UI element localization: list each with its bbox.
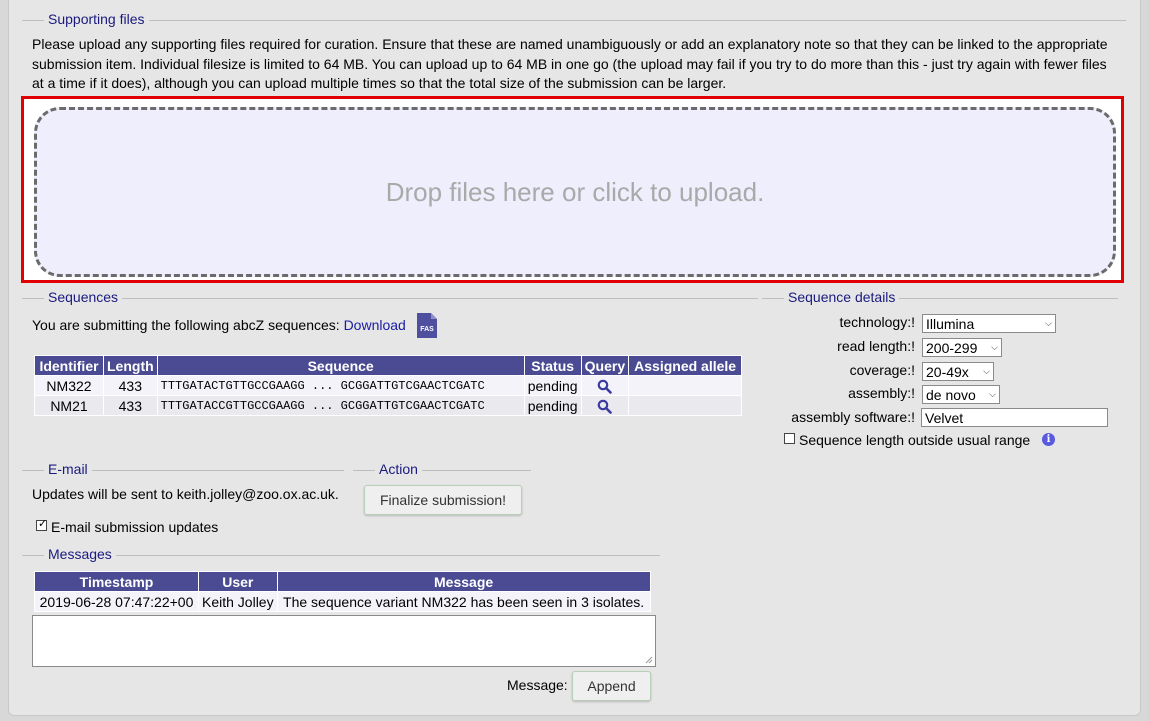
col-assigned-allele: Assigned allele bbox=[628, 355, 743, 376]
message-textarea[interactable] bbox=[32, 615, 656, 667]
outside-range-checkbox[interactable] bbox=[784, 433, 795, 444]
supporting-files-legend: Supporting files bbox=[44, 11, 149, 27]
messages-rule bbox=[22, 555, 660, 556]
assembly-label: assembly:! bbox=[848, 385, 915, 401]
col-user: User bbox=[198, 571, 278, 592]
dropzone-text: Drop files here or click to upload. bbox=[385, 176, 765, 207]
sequences-intro: You are submitting the following abcZ se… bbox=[32, 317, 406, 333]
dropzone-highlight: Drop files here or click to upload. bbox=[21, 96, 1124, 283]
col-identifier: Identifier bbox=[34, 355, 104, 376]
action-legend: Action bbox=[375, 461, 422, 477]
messages-table-header: Timestamp User Message bbox=[34, 571, 651, 592]
chevron-down-icon: ⌵ bbox=[1045, 318, 1052, 328]
sequence-details-legend: Sequence details bbox=[784, 289, 900, 305]
file-dropzone[interactable]: Drop files here or click to upload. bbox=[34, 107, 1116, 277]
messages-table: Timestamp User Message 2019-06-28 07:47:… bbox=[34, 571, 651, 612]
cell-length: 433 bbox=[103, 375, 158, 396]
col-message: Message bbox=[276, 571, 651, 592]
table-row: 2019-06-28 07:47:22+00 Keith Jolley The … bbox=[34, 591, 651, 612]
assembly-select[interactable]: de novo ⌵ bbox=[922, 385, 1000, 404]
fas-file-icon[interactable]: FAS bbox=[416, 312, 438, 339]
table-row: NM322 433 TTTGATACTGTTGCCGAAGG ... GCGGA… bbox=[34, 375, 743, 396]
cell-sequence: TTTGATACTGTTGCCGAAGG ... GCGGATTGTCGAACT… bbox=[156, 375, 525, 396]
cell-message: The sequence variant NM322 has been seen… bbox=[276, 591, 651, 612]
assembly-software-label: assembly software:! bbox=[791, 409, 915, 425]
read-length-value: 200-299 bbox=[926, 339, 978, 356]
cell-timestamp: 2019-06-28 07:47:22+00 bbox=[34, 591, 199, 612]
cell-status: pending bbox=[523, 395, 582, 416]
info-icon[interactable]: i bbox=[1042, 433, 1055, 446]
col-timestamp: Timestamp bbox=[34, 571, 199, 592]
cell-query bbox=[580, 375, 630, 396]
chevron-down-icon: ⌵ bbox=[989, 389, 996, 399]
message-label: Message: bbox=[507, 677, 568, 693]
assembly-value: de novo bbox=[926, 386, 976, 403]
assembly-software-input[interactable]: Velvet bbox=[921, 408, 1108, 427]
coverage-label: coverage:! bbox=[849, 362, 915, 378]
finalize-submission-button[interactable]: Finalize submission! bbox=[364, 485, 522, 515]
cell-identifier: NM21 bbox=[34, 395, 104, 416]
resize-grip-icon[interactable] bbox=[645, 656, 653, 664]
sequences-legend: Sequences bbox=[44, 289, 123, 305]
cell-query bbox=[580, 395, 630, 416]
search-icon[interactable] bbox=[597, 379, 613, 394]
read-length-label: read length:! bbox=[837, 338, 915, 354]
col-query: Query bbox=[580, 355, 630, 376]
sequences-table: Identifier Length Sequence Status Query … bbox=[34, 355, 743, 416]
email-updates-checkbox[interactable]: ✓ bbox=[36, 518, 48, 531]
col-sequence: Sequence bbox=[156, 355, 525, 376]
chevron-down-icon: ⌵ bbox=[983, 366, 990, 376]
coverage-value: 20-49x bbox=[926, 363, 969, 380]
col-length: Length bbox=[103, 355, 158, 376]
cell-sequence: TTTGATACCGTTGCCGAAGG ... GCGGATTGTCGAACT… bbox=[156, 395, 525, 416]
technology-label: technology:! bbox=[839, 314, 916, 330]
cell-status: pending bbox=[523, 375, 582, 396]
technology-select[interactable]: Illumina ⌵ bbox=[922, 314, 1056, 333]
check-icon: ✓ bbox=[38, 518, 48, 530]
fas-badge-text: FAS bbox=[420, 326, 434, 333]
coverage-select[interactable]: 20-49x ⌵ bbox=[922, 362, 994, 381]
email-text: Updates will be sent to keith.jolley@zoo… bbox=[32, 486, 339, 502]
chevron-down-icon: ⌵ bbox=[991, 342, 998, 352]
table-row: NM21 433 TTTGATACCGTTGCCGAAGG ... GCGGAT… bbox=[34, 395, 743, 416]
cell-identifier: NM322 bbox=[34, 375, 104, 396]
read-length-select[interactable]: 200-299 ⌵ bbox=[922, 338, 1002, 357]
email-legend: E-mail bbox=[44, 461, 92, 477]
cell-assigned-allele bbox=[628, 375, 743, 396]
cell-user: Keith Jolley bbox=[198, 591, 278, 612]
supporting-files-rule bbox=[22, 20, 1126, 21]
cell-assigned-allele bbox=[628, 395, 743, 416]
supporting-files-description: Please upload any supporting files requi… bbox=[32, 36, 1108, 91]
cell-length: 433 bbox=[103, 395, 158, 416]
search-icon[interactable] bbox=[597, 399, 613, 414]
sequences-rule bbox=[22, 298, 758, 299]
messages-legend: Messages bbox=[44, 546, 116, 562]
email-updates-label: E-mail submission updates bbox=[51, 519, 219, 535]
sequences-intro-text: You are submitting the following abcZ se… bbox=[32, 317, 340, 333]
sequences-table-header: Identifier Length Sequence Status Query … bbox=[34, 355, 743, 376]
outside-range-label: Sequence length outside usual range bbox=[799, 432, 1031, 448]
col-status: Status bbox=[523, 355, 582, 376]
technology-value: Illumina bbox=[926, 315, 975, 332]
append-button[interactable]: Append bbox=[572, 671, 651, 701]
download-link[interactable]: Download bbox=[344, 317, 406, 333]
